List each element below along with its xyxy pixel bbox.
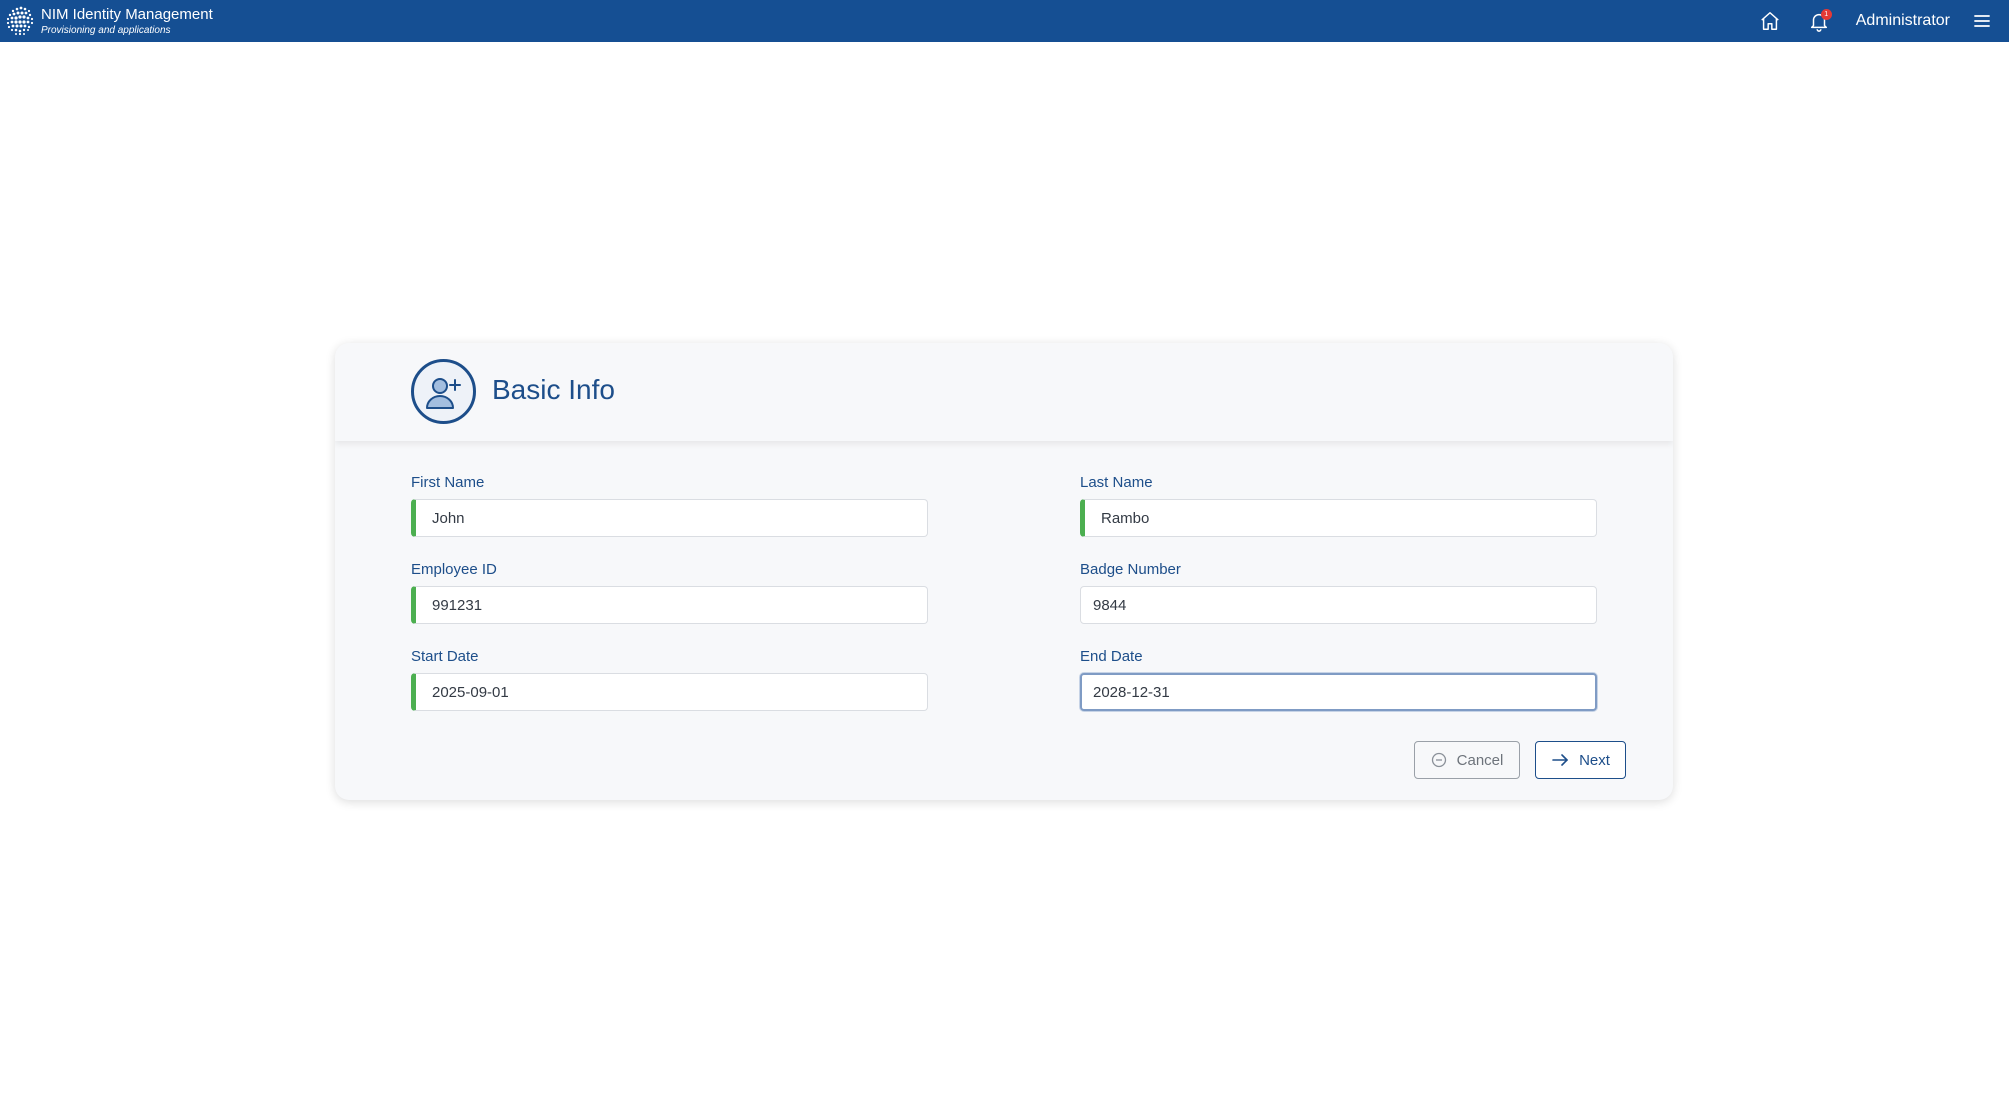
cancel-button[interactable]: Cancel: [1414, 741, 1520, 779]
cancel-label: Cancel: [1456, 751, 1504, 769]
badge-number-input[interactable]: [1080, 586, 1597, 624]
card-header: Basic Info: [335, 343, 1673, 441]
next-label: Next: [1579, 751, 1610, 769]
arrow-right-icon: [1551, 753, 1569, 767]
basic-info-card: Basic Info First Name Last Name Employee…: [335, 343, 1673, 800]
user-menu[interactable]: Administrator: [1856, 12, 1950, 30]
end-date-label: End Date: [1080, 648, 1143, 665]
start-date-label: Start Date: [411, 648, 479, 665]
last-name-label: Last Name: [1080, 474, 1153, 491]
notification-badge: 1: [1820, 9, 1832, 20]
app-subtitle: Provisioning and applications: [41, 25, 171, 36]
nav-right: 1 Administrator: [1758, 0, 2009, 42]
brand[interactable]: NIM Identity Management Provisioning and…: [4, 3, 213, 39]
end-date-input[interactable]: [1080, 673, 1597, 711]
app-title: NIM Identity Management: [41, 6, 213, 23]
badge-number-label: Badge Number: [1080, 561, 1181, 578]
employee-id-label: Employee ID: [411, 561, 497, 578]
last-name-input[interactable]: [1080, 499, 1597, 537]
employee-id-input[interactable]: [411, 586, 928, 624]
start-date-input[interactable]: [411, 673, 928, 711]
next-button[interactable]: Next: [1535, 741, 1626, 779]
home-icon[interactable]: [1758, 9, 1782, 33]
add-user-icon: [411, 359, 476, 424]
hamburger-menu-icon[interactable]: [1970, 9, 1994, 33]
top-bar: NIM Identity Management Provisioning and…: [0, 0, 2009, 42]
globe-logo-icon: [6, 6, 34, 36]
notifications-button[interactable]: 1: [1807, 9, 1832, 33]
first-name-label: First Name: [411, 474, 485, 491]
minus-circle-icon: [1431, 752, 1447, 768]
first-name-input[interactable]: [411, 499, 928, 537]
page-title: Basic Info: [492, 374, 615, 405]
